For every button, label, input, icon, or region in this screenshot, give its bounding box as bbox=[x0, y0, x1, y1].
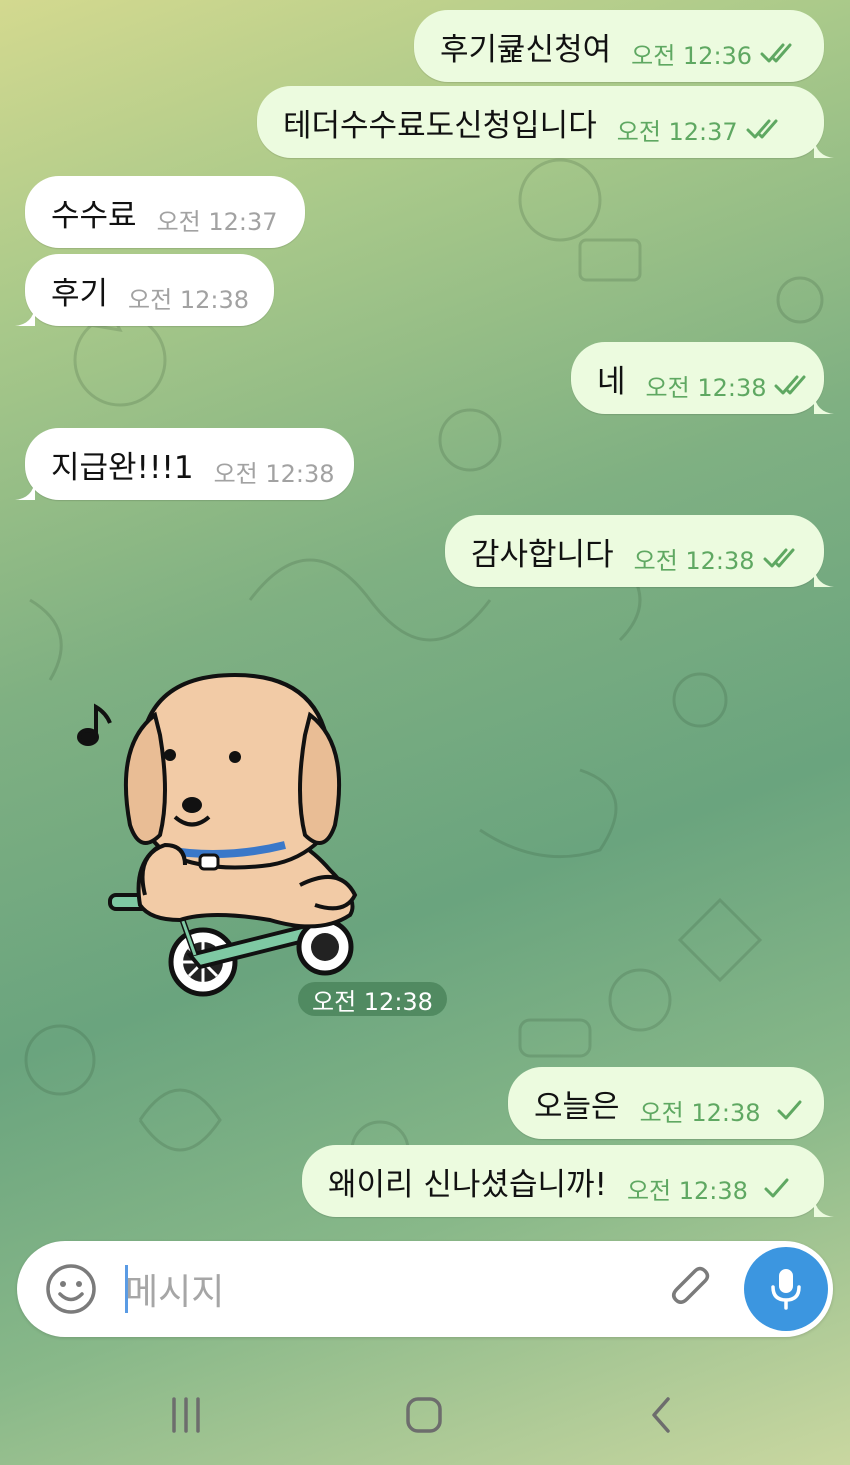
message-text: 왜이리 신나셨습니까! bbox=[328, 1166, 607, 1203]
message-time: 오전 12:38 bbox=[626, 1176, 748, 1205]
microphone-icon bbox=[771, 1269, 801, 1310]
message-bubble-outgoing[interactable]: 감사합니다 오전 12:38 bbox=[445, 515, 834, 587]
double-check-icon bbox=[746, 119, 778, 139]
bubble-tail bbox=[814, 138, 834, 158]
single-check-icon bbox=[764, 1178, 789, 1198]
message-time: 오전 12:38 bbox=[213, 459, 335, 488]
message-time: 오전 12:36 bbox=[631, 41, 753, 70]
message-text: 지급완!!!1 bbox=[51, 449, 194, 486]
message-bubble-outgoing[interactable]: 네 오전 12:38 bbox=[571, 342, 834, 414]
double-check-icon bbox=[763, 548, 795, 568]
message-bubble-incoming[interactable]: 지급완!!!1 오전 12:38 bbox=[15, 428, 354, 500]
message-text: 오늘은 bbox=[534, 1088, 620, 1125]
message-text: 테더수수료도신청입니다 bbox=[283, 107, 597, 144]
bubble-tail bbox=[814, 567, 834, 587]
double-check-icon bbox=[774, 375, 806, 395]
message-time: 오전 12:38 bbox=[128, 285, 249, 314]
message-text: 수수료 bbox=[51, 197, 137, 234]
message-time: 오전 12:38 bbox=[633, 546, 755, 575]
message-bubble-incoming[interactable]: 수수료 오전 12:37 bbox=[25, 176, 305, 248]
recent-apps-button[interactable] bbox=[156, 1395, 216, 1435]
emoji-icon[interactable] bbox=[45, 1263, 97, 1315]
message-time: 오전 12:38 bbox=[639, 1098, 761, 1127]
bubble-tail bbox=[15, 480, 35, 500]
message-input[interactable]: 메시지 bbox=[125, 1263, 625, 1315]
bubble-tail bbox=[15, 306, 35, 326]
message-bubble-outgoing[interactable]: 후기큝신청여 오전 12:36 bbox=[414, 10, 824, 82]
puppy-on-scooter-sticker[interactable] bbox=[70, 655, 380, 1000]
message-text: 감사합니다 bbox=[471, 536, 614, 573]
recent-apps-icon bbox=[172, 1397, 200, 1433]
system-navigation-bar bbox=[0, 1365, 850, 1465]
back-icon bbox=[652, 1397, 670, 1433]
sticker-time: 오전 12:38 bbox=[298, 982, 447, 1016]
single-check-icon bbox=[777, 1100, 802, 1120]
bubble-tail bbox=[814, 1197, 834, 1217]
double-check-icon bbox=[760, 43, 792, 63]
bubble-tail bbox=[814, 394, 834, 414]
music-note-icon bbox=[77, 703, 112, 746]
home-button[interactable] bbox=[394, 1395, 454, 1435]
microphone-button[interactable] bbox=[744, 1247, 828, 1331]
message-bubble-outgoing[interactable]: 오늘은 오전 12:38 bbox=[508, 1067, 824, 1139]
message-text: 네 bbox=[597, 363, 626, 400]
paperclip-icon[interactable] bbox=[667, 1263, 719, 1315]
message-text: 후기큝신청여 bbox=[440, 31, 612, 68]
message-bubble-incoming[interactable]: 후기 오전 12:38 bbox=[15, 254, 274, 326]
message-bubble-outgoing[interactable]: 왜이리 신나셨습니까! 오전 12:38 bbox=[302, 1145, 834, 1217]
home-icon bbox=[406, 1397, 442, 1433]
message-composer: 메시지 bbox=[17, 1241, 833, 1337]
message-time: 오전 12:37 bbox=[616, 117, 738, 146]
message-time: 오전 12:37 bbox=[156, 207, 278, 236]
message-time: 오전 12:38 bbox=[645, 373, 767, 402]
message-bubble-outgoing[interactable]: 테더수수료도신청입니다 오전 12:37 bbox=[257, 86, 834, 158]
back-button[interactable] bbox=[632, 1395, 692, 1435]
message-text: 후기 bbox=[51, 275, 109, 312]
